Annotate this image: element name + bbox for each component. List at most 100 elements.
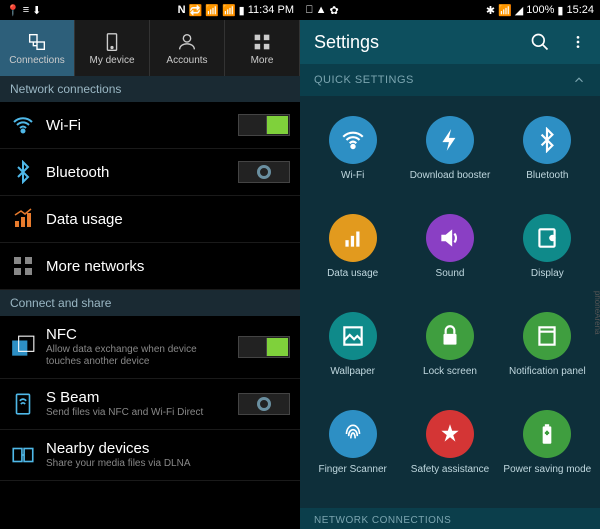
- tab-more[interactable]: More: [225, 20, 300, 76]
- bluetooth-icon: [534, 127, 560, 153]
- wifi-icon: [340, 127, 366, 153]
- battery-save-icon: [534, 421, 560, 447]
- qs-notification-panel[interactable]: Notification panel: [499, 302, 596, 400]
- data-usage-icon: [10, 206, 36, 232]
- screenshot-icon: ⎕: [306, 4, 313, 17]
- accounts-icon: [176, 31, 198, 53]
- battery-icon: ▮: [239, 4, 245, 17]
- tab-label: Accounts: [166, 55, 207, 66]
- settings-status-icon: ✿: [330, 4, 339, 17]
- sound-icon: [437, 225, 463, 251]
- qs-lock-screen[interactable]: Lock screen: [401, 302, 498, 400]
- more-icon: [251, 31, 273, 53]
- tab-connections[interactable]: Connections: [0, 20, 75, 76]
- nfc-toggle[interactable]: [238, 336, 290, 358]
- sbeam-toggle[interactable]: [238, 393, 290, 415]
- clock-r: 15:24: [566, 4, 594, 16]
- sbeam-sub: Send files via NFC and Wi-Fi Direct: [46, 407, 228, 419]
- qs-download-booster[interactable]: Download booster: [401, 106, 498, 204]
- data-usage-title: Data usage: [46, 211, 290, 228]
- tab-label: Connections: [9, 55, 65, 66]
- gps-icon: 📍: [6, 4, 20, 17]
- right-phone: ⎕ ▲ ✿ ✱ 📶 ◢ 100% ▮ 15:24 Settings QUICK …: [300, 0, 600, 529]
- qs-wifi[interactable]: Wi-Fi: [304, 106, 401, 204]
- signal-status-icon: ◢: [515, 4, 523, 17]
- settings-header: Settings: [300, 20, 600, 64]
- nearby-icon: [10, 442, 36, 468]
- row-nearby[interactable]: Nearby devices Share your media files vi…: [0, 430, 300, 481]
- menu-icon: ≡: [23, 4, 29, 16]
- row-wifi[interactable]: Wi-Fi: [0, 102, 300, 149]
- bars-icon: [340, 225, 366, 251]
- battery-icon-r: ▮: [557, 4, 563, 17]
- row-data-usage[interactable]: Data usage: [0, 196, 300, 243]
- clock: 11:34 PM: [248, 4, 294, 16]
- sbeam-icon: [10, 391, 36, 417]
- section-connect: Connect and share: [0, 290, 300, 316]
- wallpaper-icon: [340, 323, 366, 349]
- search-icon[interactable]: [530, 32, 550, 52]
- status-bar-left: 📍 ≡ ⬇ N 🔁 📶 📶 ▮ 11:34 PM: [0, 0, 300, 20]
- connections-icon: [26, 31, 48, 53]
- nearby-title: Nearby devices: [46, 440, 290, 457]
- quick-settings-grid: Wi-Fi Download booster Bluetooth Data us…: [300, 96, 600, 508]
- more-networks-title: More networks: [46, 258, 290, 275]
- qs-display[interactable]: Display: [499, 204, 596, 302]
- signal-icon: 📶: [205, 4, 219, 17]
- network-connections-header[interactable]: NETWORK CONNECTIONS: [300, 508, 600, 529]
- nfc-icon: [10, 334, 36, 360]
- left-phone: 📍 ≡ ⬇ N 🔁 📶 📶 ▮ 11:34 PM Connections My …: [0, 0, 300, 529]
- fingerprint-icon: [340, 421, 366, 447]
- bluetooth-title: Bluetooth: [46, 164, 228, 181]
- tab-bar: Connections My device Accounts More: [0, 20, 300, 76]
- qs-finger-scanner[interactable]: Finger Scanner: [304, 400, 401, 498]
- qs-wallpaper[interactable]: Wallpaper: [304, 302, 401, 400]
- status-left-icons-r: ⎕ ▲ ✿: [306, 4, 339, 17]
- status-right-icons-r: ✱ 📶 ◢ 100% ▮ 15:24: [486, 4, 594, 17]
- battery-pct: 100%: [526, 4, 554, 16]
- bolt-icon: [437, 127, 463, 153]
- tab-my-device[interactable]: My device: [75, 20, 150, 76]
- download-icon: ⬇: [32, 4, 41, 17]
- safety-icon: [437, 421, 463, 447]
- sbeam-title: S Beam: [46, 389, 228, 406]
- nfc-sub: Allow data exchange when device touches …: [46, 344, 228, 368]
- wifi-toggle[interactable]: [238, 114, 290, 136]
- status-left-icons: 📍 ≡ ⬇: [6, 4, 41, 17]
- row-sbeam[interactable]: S Beam Send files via NFC and Wi-Fi Dire…: [0, 379, 300, 430]
- qs-bluetooth[interactable]: Bluetooth: [499, 106, 596, 204]
- row-nfc[interactable]: NFC Allow data exchange when device touc…: [0, 316, 300, 379]
- status-right-icons: N 🔁 📶 📶 ▮ 11:34 PM: [178, 4, 294, 17]
- qs-data-usage[interactable]: Data usage: [304, 204, 401, 302]
- panel-icon: [534, 323, 560, 349]
- page-title: Settings: [314, 32, 379, 53]
- bluetooth-toggle[interactable]: [238, 161, 290, 183]
- signal-icon-2: 📶: [222, 4, 236, 17]
- quick-settings-header[interactable]: QUICK SETTINGS: [300, 64, 600, 96]
- watermark: phoneArena: [594, 291, 600, 335]
- wifi-title: Wi-Fi: [46, 117, 228, 134]
- wifi-status-icon: 📶: [498, 4, 512, 17]
- qs-safety-assistance[interactable]: Safety assistance: [401, 400, 498, 498]
- more-networks-icon: [10, 253, 36, 279]
- row-bluetooth[interactable]: Bluetooth: [0, 149, 300, 196]
- tab-label: More: [251, 55, 274, 66]
- row-more-networks[interactable]: More networks: [0, 243, 300, 290]
- qs-power-saving[interactable]: Power saving mode: [499, 400, 596, 498]
- tab-accounts[interactable]: Accounts: [150, 20, 225, 76]
- section-network: Network connections: [0, 76, 300, 102]
- qs-sound[interactable]: Sound: [401, 204, 498, 302]
- overflow-menu-icon[interactable]: [570, 32, 586, 52]
- qs-label: QUICK SETTINGS: [314, 74, 414, 86]
- nfc-title: NFC: [46, 326, 228, 343]
- status-bar-right: ⎕ ▲ ✿ ✱ 📶 ◢ 100% ▮ 15:24: [300, 0, 600, 20]
- display-icon: [534, 225, 560, 251]
- bluetooth-icon: [10, 159, 36, 185]
- bluetooth-status-icon: ✱: [486, 4, 495, 17]
- wifi-icon: [10, 112, 36, 138]
- nearby-sub: Share your media files via DLNA: [46, 458, 290, 470]
- nfc-icon: N: [178, 4, 186, 16]
- device-icon: [101, 31, 123, 53]
- sync-icon: 🔁: [189, 4, 203, 17]
- tab-label: My device: [89, 55, 134, 66]
